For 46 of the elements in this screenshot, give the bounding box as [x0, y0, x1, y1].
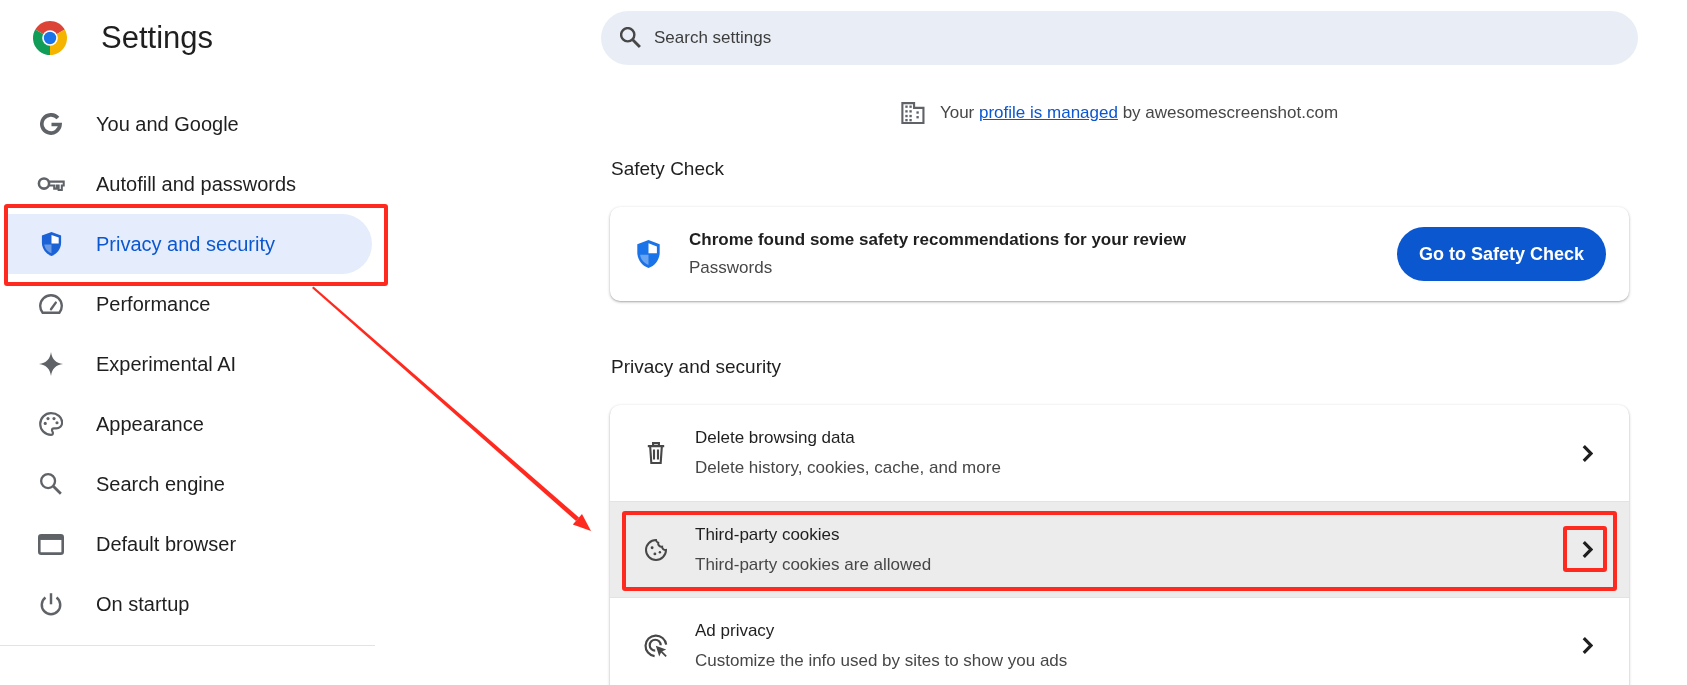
- browser-window-icon: [38, 533, 64, 555]
- target-cursor-icon: [644, 633, 668, 658]
- managed-notice: Your profile is managed by awesomescreenshot.com: [939, 102, 1339, 124]
- sidebar-item[interactable]: Autofill and passwords: [8, 154, 372, 214]
- safety-title: Chrome found some safety recommendations for your review: [689, 229, 1187, 251]
- section-heading: Safety Check: [611, 157, 725, 181]
- row-title: Ad privacy: [695, 619, 776, 642]
- sidebar-item[interactable]: Default browser: [8, 514, 372, 574]
- row-subtitle: Delete history, cookies, cache, and more: [695, 457, 1002, 479]
- row-subtitle: Customize the info used by sites to show you ads: [695, 649, 1069, 672]
- g-icon: [40, 113, 62, 135]
- search-field[interactable]: Search settings: [601, 11, 1638, 65]
- sidebar-item[interactable]: On startup: [8, 574, 372, 634]
- app-logo-icon: [33, 21, 67, 55]
- sparkle-icon: [39, 352, 63, 376]
- search-icon: [40, 473, 62, 495]
- palette-icon: [39, 412, 63, 436]
- gauge-icon: [39, 294, 63, 314]
- safety-subtitle: Passwords: [689, 257, 774, 279]
- row-title: Third-party cookies: [695, 523, 841, 546]
- profile-link[interactable]: profile is managed: [979, 103, 1118, 122]
- shield-icon: [40, 232, 62, 256]
- section-heading: Privacy and security: [611, 355, 782, 379]
- sidebar-item[interactable]: Search engine: [8, 454, 372, 514]
- sidebar-item[interactable]: You and Google: [8, 94, 372, 154]
- search-icon: [620, 27, 641, 48]
- shield-icon: [637, 240, 660, 268]
- row-title: Delete browsing data: [695, 427, 856, 449]
- settings-row[interactable]: Third-party cookies Third-party cookies are allowed: [610, 501, 1629, 597]
- cookie-icon: [645, 538, 667, 561]
- sidebar-item[interactable]: Performance: [8, 274, 372, 334]
- sidebar-item[interactable]: Privacy and security: [8, 214, 372, 274]
- power-icon: [40, 592, 62, 616]
- settings-title: Settings: [101, 20, 213, 56]
- key-icon: [37, 176, 65, 192]
- safety-check-button[interactable]: Go to Safety Check: [1396, 227, 1606, 281]
- settings-row[interactable]: Ad privacy Customize the info used by sites to show you ads: [610, 597, 1629, 685]
- building-icon: [900, 102, 926, 124]
- sidebar-item[interactable]: Appearance: [8, 394, 372, 454]
- trash-icon: [646, 442, 666, 464]
- settings-row[interactable]: Delete browsing data Delete history, cookies, cache, and more: [610, 405, 1629, 501]
- chevron-right-icon: [1582, 541, 1593, 558]
- chevron-right-icon: [1582, 444, 1593, 462]
- chevron-right-icon: [1582, 637, 1593, 654]
- sidebar-item[interactable]: Experimental AI: [8, 334, 372, 394]
- row-subtitle: Third-party cookies are allowed: [695, 553, 933, 576]
